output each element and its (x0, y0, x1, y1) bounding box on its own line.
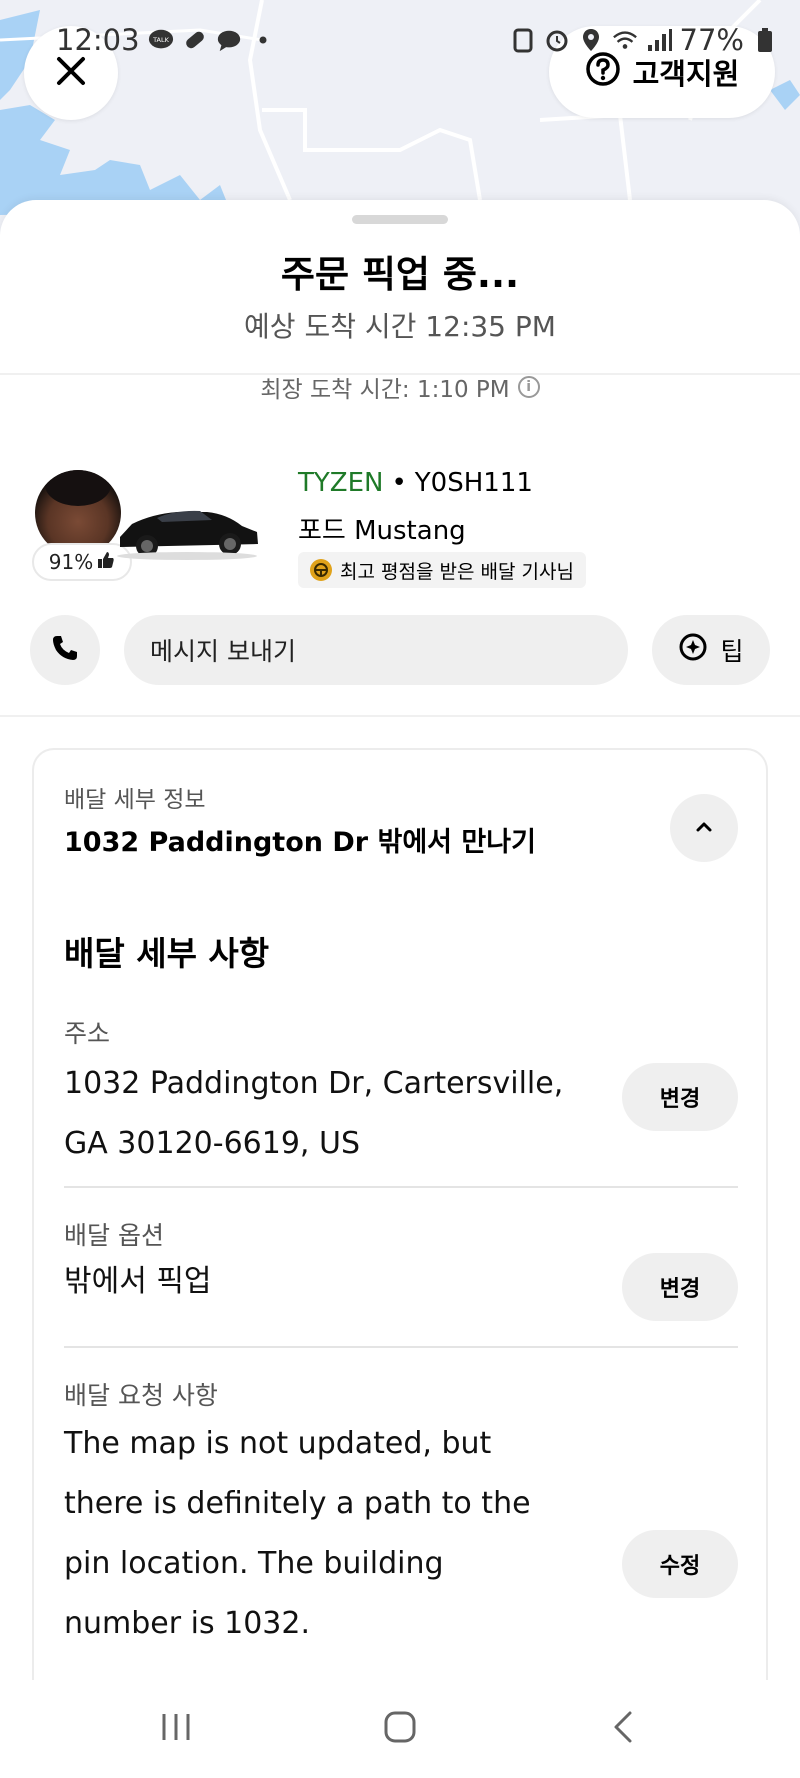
steering-wheel-icon (310, 559, 332, 581)
status-bar: 12:03 TALK 77% (0, 18, 800, 62)
divider (64, 1186, 738, 1188)
order-status-title: 주문 픽업 중... (280, 253, 520, 296)
request-line: pin location. The building (64, 1546, 444, 1581)
address-line-1: 1032 Paddington Dr, Cartersville, (64, 1066, 564, 1101)
section-title: 배달 세부 사항 (64, 934, 270, 973)
status-time: 12:03 (56, 23, 140, 57)
signal-icon (646, 27, 672, 53)
latest-arrival-text: 최장 도착 시간: 1:10 PM (260, 377, 510, 403)
order-sheet: 주문 픽업 중... 예상 도착 시간 12:35 PM 최장 도착 시간: 1… (0, 200, 800, 1708)
alarm-icon (544, 27, 570, 53)
message-label: 메시지 보내기 (150, 637, 296, 666)
talk-badge-text: TALK (152, 36, 170, 44)
system-nav-bar (0, 1680, 800, 1778)
divider (0, 715, 800, 717)
wifi-icon (612, 27, 638, 53)
talk-icon: TALK (148, 27, 174, 53)
change-address-button[interactable]: 변경 (622, 1063, 738, 1131)
tip-label: 팁 (720, 637, 744, 666)
nav-back-button[interactable] (606, 1710, 642, 1748)
status-left: 12:03 TALK (56, 23, 276, 57)
capsule-icon (182, 27, 208, 53)
chat-bubble-icon (216, 27, 242, 53)
nav-recents-icon (158, 1710, 194, 1748)
dot-icon (250, 27, 276, 53)
address-label: 주소 (64, 1019, 111, 1048)
address-line-2: GA 30120-6619, US (64, 1126, 360, 1161)
call-button[interactable] (30, 615, 100, 685)
driver-separator: • (391, 468, 407, 498)
recycle-icon (510, 27, 536, 53)
status-right: 77% (510, 23, 778, 57)
driver-badge: 최고 평점을 받은 배달 기사님 (298, 552, 586, 588)
car-image (112, 492, 262, 562)
card-summary: 1032 Paddington Dr 밖에서 만나기 (64, 827, 536, 858)
request-line: there is definitely a path to the (64, 1486, 531, 1521)
request-line: The map is not updated, but (64, 1426, 492, 1461)
divider (64, 1346, 738, 1348)
message-button[interactable]: 메시지 보내기 (124, 615, 628, 685)
address-value: 1032 Paddington Dr, Cartersville, GA 301… (64, 1054, 563, 1174)
request-line: number is 1032. (64, 1606, 311, 1641)
location-icon (578, 27, 604, 53)
change-option-button[interactable]: 변경 (622, 1253, 738, 1321)
car-model: 포드 Mustang (298, 516, 466, 546)
tip-button[interactable]: 팁 (652, 615, 770, 685)
card-header-label: 배달 세부 정보 (64, 787, 206, 813)
phone-icon (50, 633, 80, 667)
battery-icon (752, 27, 778, 53)
chevron-up-icon (693, 819, 715, 838)
collapse-button[interactable] (670, 794, 738, 862)
info-icon[interactable]: i (517, 376, 540, 398)
option-value: 밖에서 픽업 (64, 1264, 212, 1299)
battery-percent: 77% (679, 23, 744, 57)
request-value: The map is not updated, but there is def… (64, 1414, 531, 1654)
nav-recents-button[interactable] (158, 1710, 194, 1748)
delivery-details-card: 배달 세부 정보 1032 Paddington Dr 밖에서 만나기 배달 세… (32, 748, 768, 1708)
rating-value: 91% (48, 550, 94, 574)
request-label: 배달 요청 사항 (64, 1381, 218, 1410)
license-plate: Y0SH111 (414, 468, 533, 498)
sheet-handle[interactable] (352, 215, 448, 224)
driver-name: TYZEN (298, 468, 384, 498)
eta-text: 예상 도착 시간 12:35 PM (244, 310, 556, 343)
badge-text: 최고 평점을 받은 배달 기사님 (340, 560, 574, 583)
edit-request-button[interactable]: 수정 (622, 1530, 738, 1598)
latest-arrival: 최장 도착 시간: 1:10 PM i (0, 370, 800, 404)
tip-icon (678, 632, 708, 668)
option-label: 배달 옵션 (64, 1221, 164, 1250)
driver-info-line: TYZEN • Y0SH111 (298, 468, 533, 498)
nav-back-icon (606, 1710, 642, 1748)
nav-home-button[interactable] (382, 1710, 418, 1748)
nav-home-icon (382, 1710, 418, 1748)
